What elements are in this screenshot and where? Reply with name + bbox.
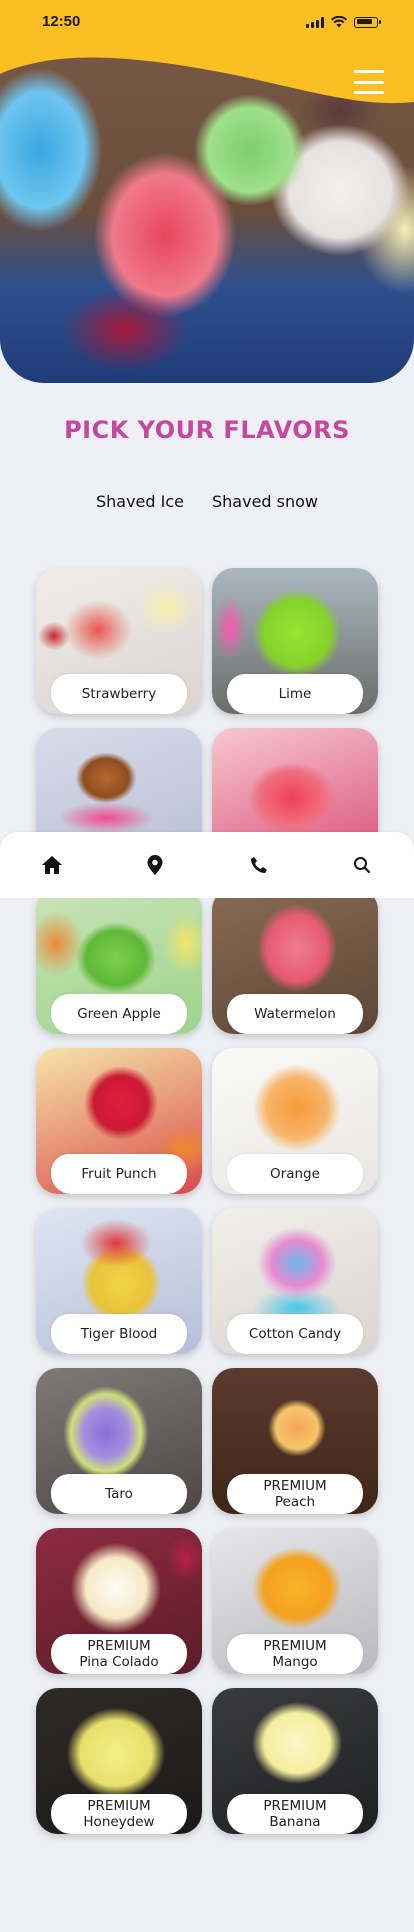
hero-image: 12:50 bbox=[0, 0, 414, 383]
flavor-card-mango[interactable]: PREMIUM Mango bbox=[212, 1528, 378, 1674]
home-icon[interactable] bbox=[32, 845, 72, 885]
page-title: PICK YOUR FLAVORS bbox=[64, 416, 350, 444]
flavor-label: PREMIUM Banana bbox=[227, 1794, 363, 1834]
battery-icon bbox=[354, 16, 381, 28]
hamburger-menu-icon[interactable] bbox=[354, 70, 384, 94]
flavor-card-orange[interactable]: Orange bbox=[212, 1048, 378, 1194]
status-time: 12:50 bbox=[42, 13, 81, 30]
signal-icon bbox=[306, 16, 324, 28]
type-tabs: Shaved Ice Shaved snow bbox=[0, 490, 414, 513]
phone-icon[interactable] bbox=[239, 845, 279, 885]
flavor-label: Cotton Candy bbox=[227, 1314, 363, 1354]
flavor-label: PREMIUM Honeydew bbox=[51, 1794, 187, 1834]
flavor-card-peach[interactable]: PREMIUM Peach bbox=[212, 1368, 378, 1514]
flavor-card-tiger-blood[interactable]: Tiger Blood bbox=[36, 1208, 202, 1354]
flavor-card-watermelon[interactable]: Watermelon bbox=[212, 888, 378, 1034]
flavor-label: Green Apple bbox=[51, 994, 187, 1034]
flavor-label: PREMIUM Mango bbox=[227, 1634, 363, 1674]
status-icons bbox=[306, 16, 381, 28]
flavor-label: Orange bbox=[227, 1154, 363, 1194]
flavor-label: Watermelon bbox=[227, 994, 363, 1034]
tab-shaved-snow[interactable]: Shaved snow bbox=[212, 490, 318, 513]
flavor-label: Tiger Blood bbox=[51, 1314, 187, 1354]
flavor-label: Fruit Punch bbox=[51, 1154, 187, 1194]
flavor-card-fruit-punch[interactable]: Fruit Punch bbox=[36, 1048, 202, 1194]
tab-shaved-ice[interactable]: Shaved Ice bbox=[96, 490, 184, 513]
flavor-label: Strawberry bbox=[51, 674, 187, 714]
flavor-label: Taro bbox=[51, 1474, 187, 1514]
location-pin-icon[interactable] bbox=[135, 845, 175, 885]
flavor-card-banana[interactable]: PREMIUM Banana bbox=[212, 1688, 378, 1834]
flavor-card-cotton-candy[interactable]: Cotton Candy bbox=[212, 1208, 378, 1354]
flavor-card-honeydew[interactable]: PREMIUM Honeydew bbox=[36, 1688, 202, 1834]
search-icon[interactable] bbox=[342, 845, 382, 885]
flavor-card-pina-colado[interactable]: PREMIUM Pina Colado bbox=[36, 1528, 202, 1674]
flavor-label: PREMIUM Pina Colado bbox=[51, 1634, 187, 1674]
flavor-card-green-apple[interactable]: Green Apple bbox=[36, 888, 202, 1034]
bottom-nav bbox=[0, 832, 414, 898]
flavor-card-strawberry[interactable]: Strawberry bbox=[36, 568, 202, 714]
flavor-label: PREMIUM Peach bbox=[227, 1474, 363, 1514]
wifi-icon bbox=[331, 16, 347, 28]
flavor-card-lime[interactable]: Lime bbox=[212, 568, 378, 714]
flavor-card-taro[interactable]: Taro bbox=[36, 1368, 202, 1514]
flavor-label: Lime bbox=[227, 674, 363, 714]
